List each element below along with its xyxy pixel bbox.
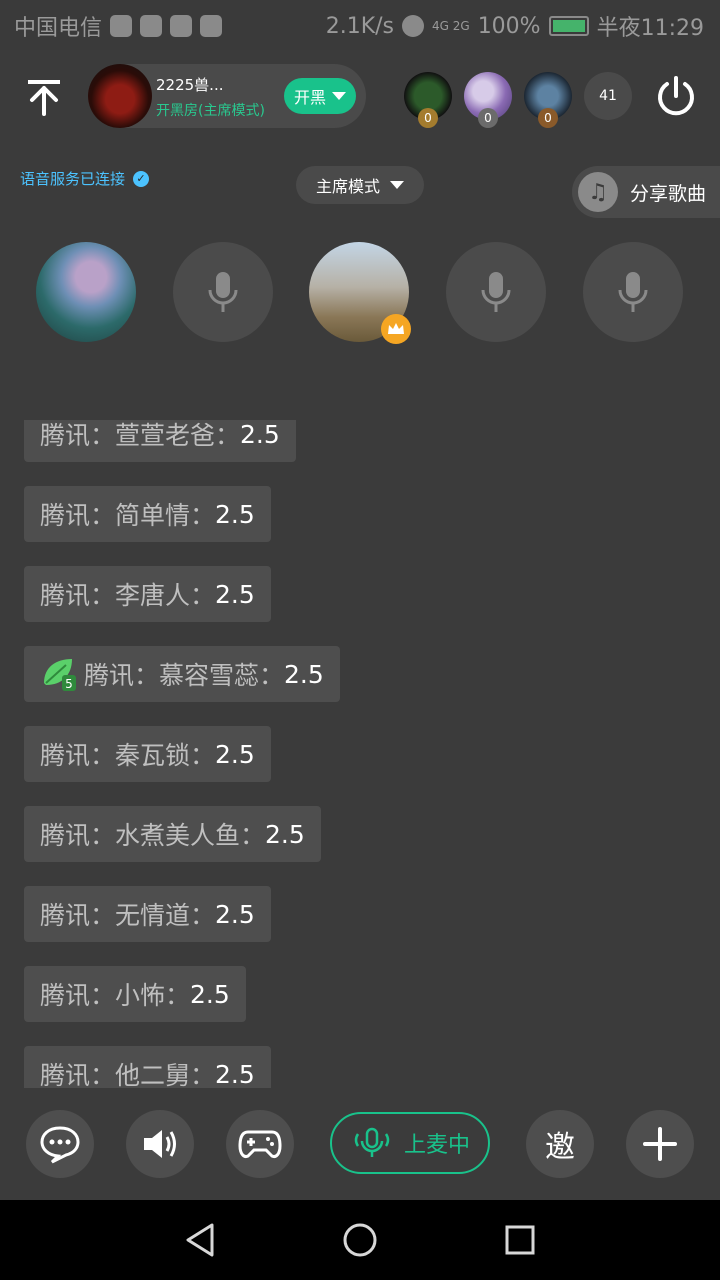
viewer-avatar[interactable]: 0	[404, 72, 452, 128]
power-icon[interactable]	[654, 74, 698, 118]
music-note-icon: ♫	[578, 172, 618, 212]
chat-label: 腾讯：水煮美人鱼：	[40, 821, 266, 850]
chat-value: 2.5	[215, 739, 255, 769]
speed-label: 2.1K/s	[325, 13, 394, 39]
chat-button[interactable]	[26, 1110, 94, 1178]
viewer-count[interactable]: 41	[584, 72, 632, 120]
chat-list[interactable]: 腾讯：萱萱老爸： 2.5 腾讯：简单情： 2.5 腾讯：李唐人： 2.5 5 腾…	[24, 420, 696, 1088]
chat-bubble-icon	[40, 1126, 80, 1164]
invite-label: 邀	[545, 1130, 575, 1165]
app-icon	[140, 15, 163, 37]
seat-occupied[interactable]	[36, 242, 136, 342]
chat-message: 腾讯：他二舅： 2.5	[24, 1046, 271, 1088]
volume-button[interactable]	[126, 1110, 194, 1178]
viewer-badge: 0	[478, 108, 498, 128]
mic-broadcast-icon	[354, 1127, 390, 1157]
chat-value: 2.5	[215, 1059, 255, 1089]
minimize-up-icon[interactable]	[24, 76, 64, 116]
recents-icon[interactable]	[504, 1224, 536, 1256]
start-label: 开黑	[293, 88, 326, 107]
system-nav-bar	[0, 1200, 720, 1280]
wechat-icon	[110, 15, 133, 37]
viewer-list: 0 0 0	[404, 72, 572, 128]
plus-icon	[643, 1127, 677, 1161]
seat-empty[interactable]	[173, 242, 273, 342]
chat-message: 腾讯：水煮美人鱼： 2.5	[24, 806, 321, 862]
carrier-label: 中国电信	[14, 16, 103, 41]
chat-label: 腾讯：无情道：	[40, 901, 216, 930]
room-subtitle: 开黑房(主席模式)	[156, 103, 265, 119]
chat-message: 腾讯：小怖： 2.5	[24, 966, 246, 1022]
signal-label: 4G 2G	[432, 19, 470, 33]
check-icon: ✓	[133, 170, 150, 187]
chat-label: 腾讯：小怖：	[40, 981, 191, 1010]
app-root: 中国电信 2.1K/s 4G 2G 100% 半夜11:29 2225兽... …	[0, 0, 720, 1280]
chat-message: 腾讯：李唐人： 2.5	[24, 566, 271, 622]
chat-message: 腾讯：无情道： 2.5	[24, 886, 271, 942]
chat-value: 2.5	[215, 499, 255, 529]
mode-selector[interactable]: 主席模式	[296, 166, 424, 204]
chat-value: 2.5	[284, 659, 324, 689]
voice-status-label: 语音服务已连接	[20, 170, 126, 188]
chat-message: 5 腾讯：慕容雪蕊： 2.5	[24, 646, 340, 702]
viewer-avatar[interactable]: 0	[464, 72, 512, 128]
seat-host[interactable]	[309, 242, 411, 344]
mode-label: 主席模式	[315, 177, 380, 196]
chat-label: 腾讯：秦瓦锁：	[40, 741, 216, 770]
share-label: 分享歌曲	[630, 182, 707, 205]
chat-value: 2.5	[240, 420, 280, 449]
seat-empty[interactable]	[446, 242, 546, 342]
mic-on-label: 上麦中	[403, 1133, 470, 1158]
chevron-down-icon	[332, 92, 346, 100]
mic-seats	[36, 242, 684, 344]
chat-label: 腾讯：简单情：	[40, 501, 216, 530]
chat-value: 2.5	[215, 579, 255, 609]
speaker-icon	[144, 1130, 176, 1158]
room-info[interactable]: 2225兽... 开黑房(主席模式) 开黑	[88, 64, 366, 128]
chat-label: 腾讯：李唐人：	[40, 581, 216, 610]
start-button[interactable]: 开黑	[284, 78, 356, 114]
mic-icon	[618, 272, 648, 312]
headset-icon	[402, 15, 424, 37]
seat-empty[interactable]	[583, 242, 683, 342]
video-icon	[170, 15, 193, 37]
chat-message: 腾讯：简单情： 2.5	[24, 486, 271, 542]
viewer-badge: 0	[418, 108, 438, 128]
battery-label: 100%	[477, 13, 541, 39]
time-label: 半夜11:29	[596, 16, 704, 41]
invite-button[interactable]: 邀	[526, 1110, 594, 1178]
leaf-level-icon: 5	[44, 659, 76, 691]
room-avatar	[88, 64, 152, 128]
status-bar: 中国电信 2.1K/s 4G 2G 100% 半夜11:29	[0, 0, 720, 50]
mic-icon	[208, 272, 238, 312]
share-song-button[interactable]: ♫ 分享歌曲	[572, 166, 720, 218]
viewer-avatar[interactable]: 0	[524, 72, 572, 128]
mic-on-button[interactable]: 上麦中	[330, 1112, 490, 1174]
viewer-badge: 0	[538, 108, 558, 128]
battery-icon	[548, 16, 589, 36]
svg-text:5: 5	[65, 677, 73, 691]
gamepad-icon	[238, 1130, 282, 1158]
voice-status: 语音服务已连接 ✓	[20, 168, 150, 189]
chat-message: 腾讯：秦瓦锁： 2.5	[24, 726, 271, 782]
chat-label: 腾讯：慕容雪蕊：	[84, 661, 285, 690]
room-name: 2225兽...	[156, 76, 224, 94]
chat-label: 腾讯：他二舅：	[40, 1061, 216, 1088]
bottom-toolbar: 上麦中 邀	[0, 1096, 720, 1200]
home-icon[interactable]	[342, 1222, 378, 1258]
mic-icon	[481, 272, 511, 312]
hand-icon	[200, 15, 223, 37]
chat-value: 2.5	[190, 979, 230, 1009]
chat-label: 腾讯：萱萱老爸：	[40, 421, 241, 450]
game-button[interactable]	[226, 1110, 294, 1178]
add-button[interactable]	[626, 1110, 694, 1178]
chat-value: 2.5	[215, 899, 255, 929]
back-icon[interactable]	[184, 1222, 216, 1258]
chat-value: 2.5	[265, 819, 305, 849]
chat-message: 腾讯：萱萱老爸： 2.5	[24, 420, 296, 462]
crown-icon	[381, 314, 411, 344]
chevron-down-icon	[390, 181, 404, 189]
